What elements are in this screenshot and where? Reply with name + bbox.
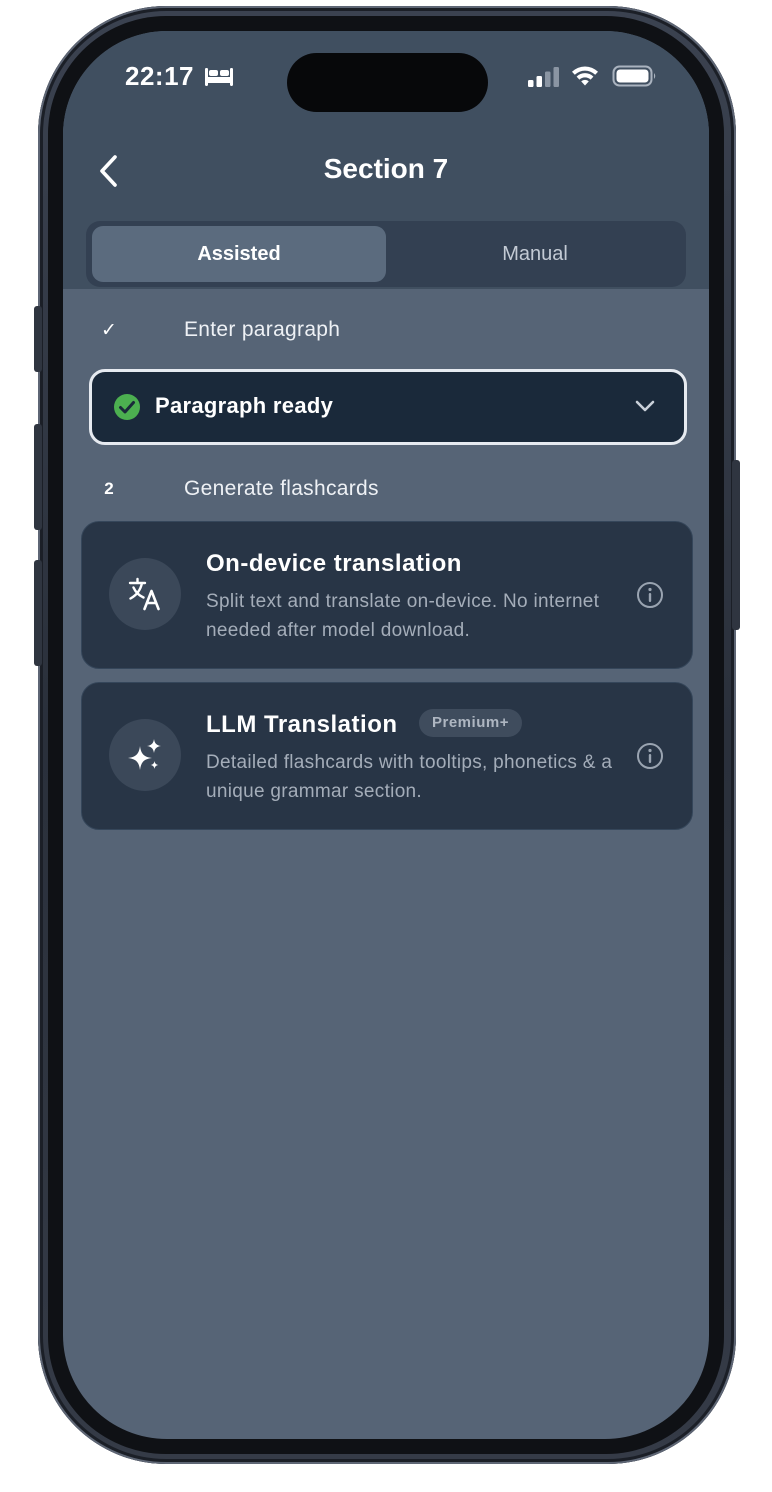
tab-assisted[interactable]: Assisted bbox=[92, 226, 386, 282]
paragraph-status-dropdown[interactable]: Paragraph ready bbox=[89, 369, 687, 445]
premium-badge: Premium+ bbox=[419, 709, 522, 737]
option-on-device-translation[interactable]: On-device translation Split text and tra… bbox=[81, 521, 693, 669]
step-label: Generate flashcards bbox=[184, 477, 379, 500]
step-enter-paragraph: ✓ Enter paragraph bbox=[63, 310, 709, 350]
power-button bbox=[732, 460, 740, 630]
option-title: LLM Translation bbox=[206, 711, 398, 738]
step-generate-flashcards: 2 Generate flashcards bbox=[63, 469, 709, 509]
volume-down-button bbox=[34, 560, 42, 666]
wifi-icon bbox=[572, 66, 598, 86]
status-time: 22:17 bbox=[125, 61, 194, 91]
step-number-marker: 2 bbox=[104, 479, 114, 498]
option-llm-translation[interactable]: LLM Translation Premium+ Detailed flashc… bbox=[81, 682, 693, 830]
info-icon[interactable] bbox=[636, 742, 664, 770]
step-label: Enter paragraph bbox=[184, 318, 341, 341]
dynamic-island bbox=[287, 53, 488, 112]
info-icon[interactable] bbox=[636, 581, 664, 609]
translate-icon-container bbox=[109, 558, 181, 630]
battery-icon bbox=[612, 65, 656, 87]
chevron-down-icon bbox=[635, 400, 655, 412]
sparkles-icon bbox=[128, 739, 161, 770]
cellular-signal-icon bbox=[528, 67, 559, 87]
option-description: Split text and translate on-device. No i… bbox=[206, 591, 600, 641]
action-button bbox=[34, 306, 42, 372]
option-title: On-device translation bbox=[206, 550, 462, 577]
check-circle-icon bbox=[114, 394, 140, 420]
mode-segmented-control: Assisted Manual bbox=[86, 221, 686, 287]
volume-up-button bbox=[34, 424, 42, 530]
option-description: Detailed flashcards with tooltips, phone… bbox=[206, 752, 613, 802]
tab-manual[interactable]: Manual bbox=[388, 226, 682, 282]
sparkles-icon-container bbox=[109, 719, 181, 791]
step-check-marker: ✓ bbox=[101, 319, 117, 341]
translate-icon bbox=[128, 577, 160, 611]
app-screen: 22:17 Section 7 Assisted Manual ✓ Enter … bbox=[63, 31, 709, 1439]
paragraph-status-label: Paragraph ready bbox=[155, 393, 334, 418]
page-title: Section 7 bbox=[323, 153, 449, 184]
header-area: 22:17 Section 7 Assisted Manual bbox=[63, 31, 709, 289]
bed-icon bbox=[205, 68, 233, 86]
